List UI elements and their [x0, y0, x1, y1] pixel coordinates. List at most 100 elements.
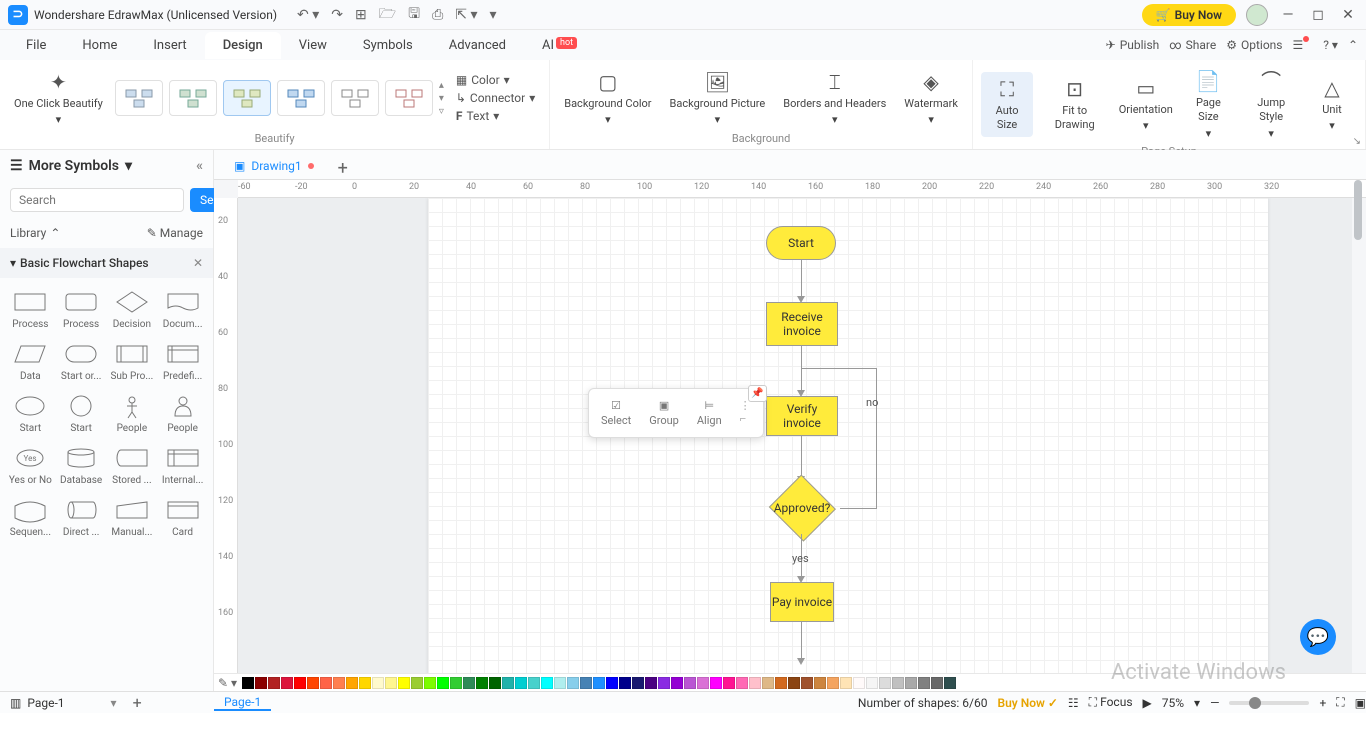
- document-tab[interactable]: ▣ Drawing1: [222, 153, 326, 179]
- jump-style-button[interactable]: ⌒Jump Style ▾: [1241, 64, 1301, 145]
- zoom-slider[interactable]: [1229, 701, 1309, 705]
- zoom-in-button[interactable]: +: [1319, 696, 1326, 710]
- color-swatch[interactable]: [853, 677, 865, 689]
- search-input[interactable]: [10, 188, 184, 212]
- fc-no-v[interactable]: [876, 368, 877, 509]
- new-icon[interactable]: ⊞: [355, 7, 367, 23]
- flowchart-receive[interactable]: Receive invoice: [766, 302, 838, 346]
- color-swatch[interactable]: [398, 677, 410, 689]
- style-preset-5[interactable]: [331, 80, 379, 116]
- color-swatch[interactable]: [736, 677, 748, 689]
- undo-icon[interactable]: ↶ ▾: [297, 7, 319, 23]
- color-swatch[interactable]: [320, 677, 332, 689]
- buy-now-button[interactable]: 🛒 Buy Now: [1142, 4, 1236, 26]
- focus-mode-button[interactable]: ⛶ Focus: [1089, 695, 1133, 710]
- page[interactable]: Start Receive invoice Verify invoice App…: [428, 198, 1268, 691]
- shape-card[interactable]: Card: [158, 492, 207, 542]
- menu-symbols[interactable]: Symbols: [345, 32, 431, 59]
- color-swatch[interactable]: [788, 677, 800, 689]
- color-swatch[interactable]: [697, 677, 709, 689]
- style-preset-3[interactable]: [223, 80, 271, 116]
- color-swatch[interactable]: [866, 677, 878, 689]
- fc-no-h2[interactable]: [801, 368, 877, 369]
- color-swatch[interactable]: [385, 677, 397, 689]
- text-dropdown[interactable]: F Text ▾: [450, 107, 541, 125]
- float-select-button[interactable]: ☑Select: [595, 395, 637, 431]
- menu-home[interactable]: Home: [64, 32, 135, 59]
- color-swatch[interactable]: [567, 677, 579, 689]
- color-swatch[interactable]: [333, 677, 345, 689]
- color-swatch[interactable]: [242, 677, 254, 689]
- style-preset-2[interactable]: [169, 80, 217, 116]
- float-pin-icon[interactable]: 📌: [748, 385, 766, 402]
- flowchart-start[interactable]: Start: [766, 226, 836, 260]
- color-swatch[interactable]: [723, 677, 735, 689]
- fc-arrow-5[interactable]: [801, 622, 802, 662]
- sidebar-collapse-icon[interactable]: «: [196, 158, 203, 174]
- page-select[interactable]: Page-1: [27, 696, 64, 710]
- borders-headers-button[interactable]: ⌶Borders and Headers ▾: [777, 65, 892, 132]
- manage-button[interactable]: ✎ Manage: [147, 226, 203, 240]
- shape-startor[interactable]: Start or...: [57, 336, 106, 386]
- float-group-button[interactable]: ▣Group: [643, 395, 685, 431]
- maximize-button[interactable]: ◻: [1308, 7, 1328, 23]
- fc-no-h1[interactable]: [840, 508, 876, 509]
- color-swatch[interactable]: [294, 677, 306, 689]
- options-button[interactable]: ⚙ Options: [1226, 38, 1282, 52]
- shape-stored[interactable]: Stored ...: [108, 440, 157, 490]
- menu-view[interactable]: View: [281, 32, 345, 59]
- shape-database[interactable]: Database: [57, 440, 106, 490]
- redo-icon[interactable]: ↷: [331, 7, 343, 23]
- color-swatch[interactable]: [580, 677, 592, 689]
- color-swatch[interactable]: [762, 677, 774, 689]
- add-page-button[interactable]: +: [133, 693, 142, 712]
- color-swatch[interactable]: [515, 677, 527, 689]
- category-header[interactable]: ▾ Basic Flowchart Shapes ✕: [0, 248, 213, 278]
- page-setup-expand-icon[interactable]: ↘: [1353, 136, 1361, 147]
- color-swatch[interactable]: [827, 677, 839, 689]
- color-swatch[interactable]: [476, 677, 488, 689]
- status-buy-now[interactable]: Buy Now ✓: [997, 696, 1057, 710]
- open-icon[interactable]: 🗁: [379, 3, 396, 27]
- background-color-button[interactable]: ▢Background Color ▾: [558, 65, 657, 132]
- one-click-beautify-button[interactable]: ✦ One Click Beautify ▾: [8, 65, 109, 132]
- publish-button[interactable]: ✈ Publish: [1106, 38, 1160, 52]
- page-dropdown-icon[interactable]: ▾: [111, 696, 117, 710]
- more-qat-icon[interactable]: ▾: [490, 7, 497, 23]
- library-label[interactable]: Library: [10, 226, 46, 240]
- layers-icon[interactable]: ☷: [1068, 696, 1079, 710]
- watermark-button[interactable]: ◈Watermark ▾: [898, 65, 964, 132]
- color-swatch[interactable]: [619, 677, 631, 689]
- color-swatch[interactable]: [502, 677, 514, 689]
- shape-yesorno[interactable]: YesYes or No: [6, 440, 55, 490]
- menu-file[interactable]: File: [8, 32, 64, 59]
- scrollbar-thumb[interactable]: [1354, 180, 1362, 240]
- color-swatch[interactable]: [944, 677, 956, 689]
- color-swatch[interactable]: [840, 677, 852, 689]
- color-swatch[interactable]: [892, 677, 904, 689]
- color-swatch[interactable]: [645, 677, 657, 689]
- color-swatch[interactable]: [606, 677, 618, 689]
- connector-dropdown[interactable]: ↳ Connector ▾: [450, 89, 541, 107]
- shape-people[interactable]: People: [158, 388, 207, 438]
- export-icon[interactable]: ⇱ ▾: [455, 7, 477, 23]
- fullscreen-icon[interactable]: ▣: [1355, 696, 1366, 710]
- chat-bubble-button[interactable]: 💬: [1300, 619, 1336, 655]
- shape-start[interactable]: Start: [6, 388, 55, 438]
- presentation-icon[interactable]: ▶: [1143, 696, 1152, 710]
- flowchart-approved[interactable]: Approved?: [764, 482, 840, 534]
- color-swatch[interactable]: [671, 677, 683, 689]
- color-swatch[interactable]: [307, 677, 319, 689]
- page-tab[interactable]: Page-1: [214, 695, 271, 711]
- color-dropdown[interactable]: ▦ Color ▾: [450, 71, 541, 89]
- color-swatch[interactable]: [281, 677, 293, 689]
- color-swatch[interactable]: [463, 677, 475, 689]
- color-swatch[interactable]: [658, 677, 670, 689]
- color-swatch[interactable]: [346, 677, 358, 689]
- shape-predefi[interactable]: Predefi...: [158, 336, 207, 386]
- zoom-out-button[interactable]: —: [1210, 696, 1219, 710]
- color-swatch[interactable]: [489, 677, 501, 689]
- share-button[interactable]: ∞ Share: [1169, 38, 1216, 52]
- color-swatch[interactable]: [593, 677, 605, 689]
- fc-arrow-2[interactable]: [801, 346, 802, 394]
